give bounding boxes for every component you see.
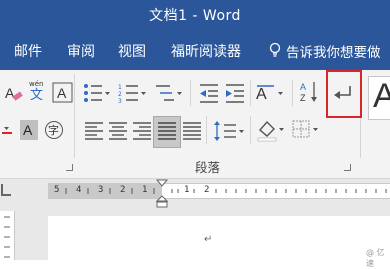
separator	[206, 116, 207, 144]
tab-foxit-reader[interactable]: 福昕阅读器	[171, 41, 241, 61]
svg-text:A: A	[300, 82, 306, 92]
borders-icon[interactable]	[292, 120, 320, 144]
first-line-indent-marker[interactable]	[156, 179, 168, 187]
group-label-paragraph: 段落	[195, 160, 221, 175]
vertical-ruler[interactable]	[0, 211, 15, 260]
svg-text:A: A	[256, 86, 267, 103]
phonetic-guide-icon[interactable]: wén 文	[28, 78, 50, 106]
decrease-indent-icon[interactable]	[198, 82, 220, 108]
enclose-characters-icon[interactable]: 字	[44, 120, 64, 144]
separator	[292, 80, 293, 106]
highlight-annotation	[326, 70, 362, 118]
svg-text:Z: Z	[300, 93, 306, 103]
svg-text:A: A	[5, 85, 15, 101]
align-center-icon[interactable]	[108, 120, 128, 144]
title-bar: 文档1 - Word	[0, 0, 390, 30]
justify-icon[interactable]	[153, 116, 181, 148]
hanging-indent-marker[interactable]	[156, 195, 168, 209]
paragraph-dialog-launcher-icon[interactable]	[344, 164, 351, 171]
separator	[250, 80, 251, 106]
styles-gallery-preview[interactable]: A	[368, 76, 390, 120]
phonetic-guide-char: 文	[30, 88, 43, 102]
window-title: 文档1 - Word	[149, 8, 241, 24]
character-shading-letter: A	[23, 122, 33, 138]
tab-mailings[interactable]: 邮件	[14, 41, 42, 61]
numbering-icon[interactable]: 1 2 3	[118, 82, 148, 108]
multilevel-list-icon[interactable]	[154, 82, 184, 108]
distributed-align-icon[interactable]	[182, 120, 202, 144]
tell-me-box[interactable]: 告诉我你想要做	[286, 41, 381, 61]
ribbon-tabs: 邮件 审阅 视图 福昕阅读器 告诉我你想要做	[0, 30, 390, 70]
horizontal-ruler[interactable]: 5 4 3 2 1 1 2	[48, 183, 390, 199]
align-right-icon[interactable]	[132, 120, 152, 144]
bullets-icon[interactable]	[82, 82, 112, 108]
chinese-layout-icon[interactable]: A	[256, 82, 286, 108]
style-preview-letter: A	[373, 77, 390, 115]
tab-selector-icon[interactable]	[1, 184, 11, 196]
svg-text:1: 1	[118, 84, 122, 91]
sort-icon[interactable]: A Z	[300, 80, 320, 108]
increase-indent-icon[interactable]	[224, 82, 246, 108]
separator	[190, 80, 191, 106]
align-left-icon[interactable]	[84, 120, 104, 144]
separator	[74, 74, 75, 158]
phonetic-guide-pinyin: wén	[29, 80, 43, 88]
ruler-ticks	[65, 188, 387, 194]
font-dialog-launcher-icon[interactable]	[66, 164, 73, 171]
tab-view[interactable]: 视图	[118, 41, 146, 61]
character-shading-icon[interactable]: A	[20, 120, 38, 144]
tab-review[interactable]: 审阅	[67, 41, 95, 61]
document-page[interactable]: ↵	[48, 216, 390, 260]
svg-text:2: 2	[118, 91, 122, 98]
font-color-dropdown-icon[interactable]	[2, 120, 12, 139]
character-border-icon[interactable]: A	[52, 82, 74, 108]
paragraph-mark: ↵	[204, 234, 213, 245]
lightbulb-icon	[268, 42, 282, 62]
clear-formatting-icon[interactable]: A	[4, 84, 24, 106]
shading-icon[interactable]	[256, 118, 286, 146]
svg-text:3: 3	[118, 98, 122, 104]
enclose-characters-char: 字	[48, 123, 59, 137]
watermark: @ 亿速	[366, 248, 385, 268]
character-border-letter: A	[57, 85, 67, 101]
line-spacing-icon[interactable]	[212, 120, 246, 146]
separator	[250, 116, 251, 144]
